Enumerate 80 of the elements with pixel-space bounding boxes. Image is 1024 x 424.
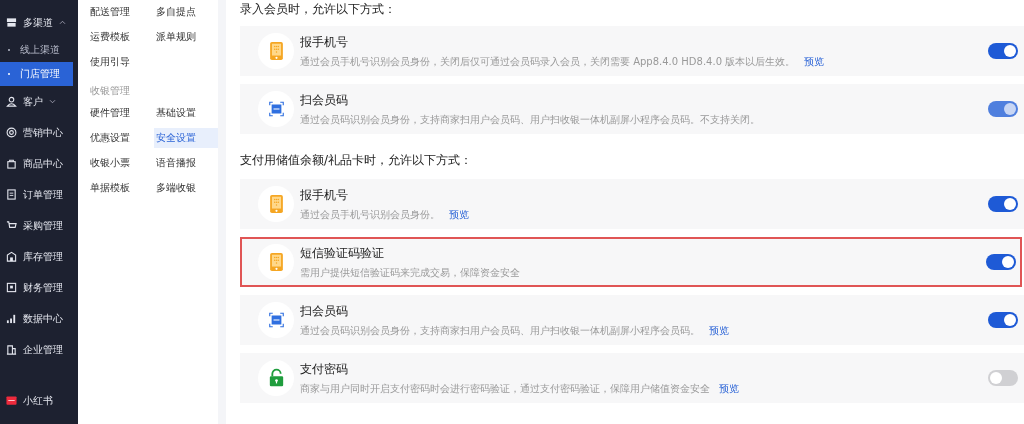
phone-icon [268, 194, 284, 214]
nav-label: 库存管理 [23, 249, 63, 264]
scan-icon [268, 99, 284, 119]
nav-item[interactable]: 营销中心 [0, 117, 78, 148]
submenu-item[interactable]: 多自提点 [154, 2, 218, 22]
section-title: 支付用储值余额/礼品卡时，允许以下方式： [240, 152, 474, 169]
submenu-item[interactable]: 单据模板 [88, 178, 152, 198]
lock-icon [268, 368, 284, 388]
store-icon [6, 17, 17, 28]
option-description: 通过会员手机号识别会员身份。 [300, 208, 440, 220]
nav-label: 多渠道 [23, 15, 53, 30]
phone-icon [268, 252, 284, 272]
nav-subitem[interactable]: 门店管理 [0, 62, 73, 86]
option-description: 通过会员码识别会员身份，支持商家扫用户会员码、用户扫收银一体机副屏小程序会员码。不支持关闭。 [300, 113, 760, 125]
submenu-item[interactable]: 多端收银 [154, 178, 218, 198]
option-description: 商家与用户同时开启支付密码时会进行密码验证，通过支付密码验证，保障用户储值资金安全 [300, 382, 710, 394]
preview-link[interactable]: 预览 [804, 55, 825, 67]
nav-label: 门店管理 [20, 67, 60, 81]
option-title: 支付密码 [300, 360, 349, 378]
toggle-switch[interactable] [988, 196, 1018, 212]
submenu-item[interactable]: 语音播报 [154, 153, 218, 173]
option-title: 报手机号 [300, 186, 349, 204]
nav-label: 小红书 [23, 393, 53, 408]
nav-label: 财务管理 [23, 280, 63, 295]
group-title: 收银管理 [90, 84, 131, 98]
nav-item[interactable]: 采购管理 [0, 210, 78, 241]
nav-item[interactable]: 库存管理 [0, 241, 78, 272]
nav-label: 订单管理 [23, 187, 63, 202]
option-title: 短信验证码验证 [300, 244, 385, 262]
bag-icon [6, 158, 17, 169]
option-title: 报手机号 [300, 33, 349, 51]
toggle-switch[interactable] [986, 254, 1016, 270]
nav-label: 线上渠道 [20, 43, 60, 57]
submenu-item[interactable]: 优惠设置 [88, 128, 152, 148]
section-title: 录入会员时，允许以下方式： [240, 1, 397, 18]
cart-icon [6, 220, 17, 231]
nav-subitem[interactable]: 线上渠道 [0, 38, 73, 62]
nav-label: 商品中心 [23, 156, 63, 171]
submenu-item[interactable]: 安全设置 [154, 128, 218, 148]
submenu-item[interactable]: 配送管理 [88, 2, 152, 22]
target-icon [6, 127, 17, 138]
nav-label: 营销中心 [23, 125, 63, 140]
submenu-item[interactable]: 派单规则 [154, 27, 218, 47]
nav-item[interactable]: 小红书 [0, 385, 78, 416]
preview-link[interactable]: 预览 [449, 208, 470, 220]
document-icon [6, 189, 17, 200]
nav-item[interactable]: 客户 [0, 86, 78, 117]
submenu-item[interactable]: 使用引导 [88, 52, 152, 72]
option-title: 扫会员码 [300, 91, 349, 109]
submenu-item[interactable]: 硬件管理 [88, 103, 152, 123]
preview-link[interactable]: 预览 [709, 324, 730, 336]
submenu-item[interactable]: 运费模板 [88, 27, 152, 47]
app-logo-icon [6, 395, 17, 406]
toggle-switch[interactable] [988, 43, 1018, 59]
option-title: 扫会员码 [300, 302, 349, 320]
nav-item[interactable]: 多渠道 [0, 7, 78, 38]
submenu-item[interactable]: 收银小票 [88, 153, 152, 173]
person-icon [6, 96, 17, 107]
preview-link[interactable]: 预览 [719, 382, 740, 394]
nav-item[interactable]: 订单管理 [0, 179, 78, 210]
scan-icon [268, 310, 284, 330]
option-description: 通过会员手机号识别会员身份，关闭后仅可通过会员码录入会员，关闭需要 App8.4.0 HD8.4.0 版本以后生效。 [300, 55, 796, 67]
nav-item[interactable]: 商品中心 [0, 148, 78, 179]
toggle-switch[interactable] [988, 312, 1018, 328]
submenu-item[interactable]: 基础设置 [154, 103, 218, 123]
nav-item[interactable]: 数据中心 [0, 303, 78, 334]
nav-label: 采购管理 [23, 218, 63, 233]
phone-icon [268, 41, 284, 61]
warehouse-icon [6, 251, 17, 262]
ledger-icon [6, 282, 17, 293]
nav-label: 客户 [23, 94, 43, 109]
nav-item[interactable]: 企业管理 [0, 334, 78, 365]
option-description: 需用户提供短信验证码来完成交易，保障资金安全 [300, 266, 520, 278]
nav-label: 数据中心 [23, 311, 63, 326]
building-icon [6, 344, 17, 355]
toggle-switch[interactable] [988, 370, 1018, 386]
option-description: 通过会员码识别会员身份，支持商家扫用户会员码、用户扫收银一体机副屏小程序会员码。 [300, 324, 700, 336]
nav-label: 企业管理 [23, 342, 63, 357]
bar-chart-icon [6, 313, 17, 324]
nav-item[interactable]: 财务管理 [0, 272, 78, 303]
